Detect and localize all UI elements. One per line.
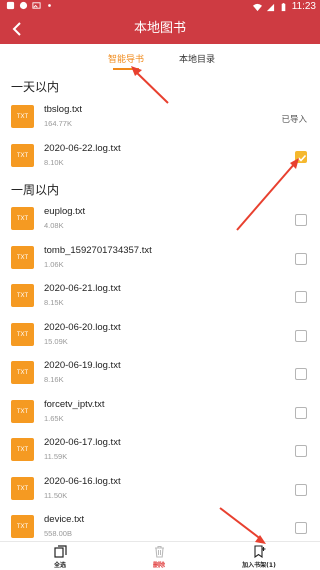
file-row[interactable]: TXT 2020-06-20.log.txt 15.09K bbox=[0, 317, 320, 355]
file-row[interactable]: TXT 2020-06-17.log.txt 11.59K bbox=[0, 432, 320, 470]
txt-file-icon: TXT bbox=[11, 144, 34, 167]
file-name: 2020-06-22.log.txt bbox=[44, 143, 121, 154]
app-icon bbox=[19, 1, 28, 10]
battery-icon bbox=[281, 2, 286, 11]
delete-button[interactable]: 删除 bbox=[129, 545, 189, 569]
file-row[interactable]: TXT tbslog.txt 164.77K 已导入 bbox=[0, 99, 320, 137]
file-name: 2020-06-16.log.txt bbox=[44, 476, 121, 487]
add-to-shelf-icon bbox=[253, 545, 265, 558]
file-checkbox[interactable] bbox=[295, 253, 307, 265]
file-size: 8.10K bbox=[44, 158, 64, 167]
file-checkbox[interactable] bbox=[295, 445, 307, 457]
wifi-icon bbox=[252, 3, 262, 11]
txt-file-icon: TXT bbox=[11, 105, 34, 128]
file-name: 2020-06-20.log.txt bbox=[44, 322, 121, 333]
file-row[interactable]: TXT forcetv_iptv.txt 1.65K bbox=[0, 394, 320, 432]
txt-file-icon: TXT bbox=[11, 207, 34, 230]
section-title-one-day: 一天以内 bbox=[11, 80, 60, 94]
file-name: 2020-06-17.log.txt bbox=[44, 437, 121, 448]
file-row[interactable]: TXT 2020-06-16.log.txt 11.50K bbox=[0, 471, 320, 509]
file-size: 164.77K bbox=[44, 119, 72, 128]
add-to-shelf-button[interactable]: 加入书架(1) bbox=[229, 545, 289, 569]
file-checkbox[interactable] bbox=[295, 151, 307, 163]
txt-file-icon: TXT bbox=[11, 438, 34, 461]
status-right-icons: 11:23 bbox=[252, 1, 316, 13]
tab-smart-import[interactable]: 智能导书 bbox=[108, 52, 144, 65]
txt-file-icon: TXT bbox=[11, 361, 34, 384]
status-left-icons bbox=[6, 1, 54, 10]
tab-bar: 智能导书 本地目录 bbox=[0, 44, 320, 70]
arrow-to-tab-annotation bbox=[131, 66, 169, 104]
file-size: 11.50K bbox=[44, 491, 68, 500]
app-header: 本地图书 bbox=[0, 14, 320, 44]
signal-icon bbox=[266, 3, 274, 11]
file-size: 8.16K bbox=[44, 375, 64, 384]
add-to-shelf-label: 加入书架(1) bbox=[242, 562, 276, 569]
file-size: 558.00B bbox=[44, 529, 72, 538]
file-row[interactable]: TXT tomb_1592701734357.txt 1.06K bbox=[0, 240, 320, 278]
file-size: 11.59K bbox=[44, 452, 68, 461]
txt-file-icon: TXT bbox=[11, 515, 34, 538]
dot-icon bbox=[48, 4, 51, 7]
file-row[interactable]: TXT euplog.txt 4.08K bbox=[0, 201, 320, 239]
file-checkbox[interactable] bbox=[295, 484, 307, 496]
file-size: 15.09K bbox=[44, 337, 68, 346]
file-checkbox[interactable] bbox=[295, 407, 307, 419]
file-name: device.txt bbox=[44, 514, 85, 525]
checkmark-icon bbox=[297, 154, 307, 162]
select-all-icon bbox=[53, 545, 67, 558]
file-checkbox[interactable] bbox=[295, 368, 307, 380]
file-name: euplog.txt bbox=[44, 206, 86, 217]
status-time: 11:23 bbox=[291, 1, 316, 12]
file-name: forcetv_iptv.txt bbox=[44, 399, 105, 410]
image-icon bbox=[32, 2, 41, 9]
file-row[interactable]: TXT 2020-06-22.log.txt 8.10K bbox=[0, 138, 320, 176]
file-name: tomb_1592701734357.txt bbox=[44, 245, 152, 256]
status-bar: 11:23 bbox=[0, 0, 320, 14]
file-row[interactable]: TXT 2020-06-21.log.txt 8.15K bbox=[0, 278, 320, 316]
file-checkbox[interactable] bbox=[295, 291, 307, 303]
file-name: 2020-06-19.log.txt bbox=[44, 360, 121, 371]
bottom-action-bar: 全选 删除 加入书架(1) bbox=[0, 541, 320, 570]
file-row[interactable]: TXT 2020-06-19.log.txt 8.16K bbox=[0, 355, 320, 393]
txt-file-icon: TXT bbox=[11, 400, 34, 423]
trash-icon bbox=[154, 545, 164, 558]
txt-file-icon: TXT bbox=[11, 477, 34, 500]
section-title-one-week: 一周以内 bbox=[11, 183, 60, 197]
delete-label: 删除 bbox=[152, 562, 165, 569]
tab-indicator bbox=[113, 68, 139, 70]
file-size: 1.65K bbox=[44, 414, 64, 423]
txt-file-icon: TXT bbox=[11, 246, 34, 269]
txt-file-icon: TXT bbox=[11, 323, 34, 346]
app-icon bbox=[6, 1, 15, 10]
file-checkbox[interactable] bbox=[295, 522, 307, 534]
select-all-button[interactable]: 全选 bbox=[30, 545, 90, 569]
txt-file-icon: TXT bbox=[11, 284, 34, 307]
file-name: tbslog.txt bbox=[44, 104, 83, 115]
tab-local-directory[interactable]: 本地目录 bbox=[179, 52, 215, 65]
select-all-label: 全选 bbox=[53, 562, 66, 569]
file-size: 8.15K bbox=[44, 298, 64, 307]
page-title: 本地图书 bbox=[133, 21, 186, 36]
file-checkbox[interactable] bbox=[295, 214, 307, 226]
file-size: 1.06K bbox=[44, 260, 64, 269]
file-checkbox[interactable] bbox=[295, 330, 307, 342]
file-size: 4.08K bbox=[44, 221, 64, 230]
file-name: 2020-06-21.log.txt bbox=[44, 283, 121, 294]
imported-label: 已导入 bbox=[281, 115, 307, 125]
